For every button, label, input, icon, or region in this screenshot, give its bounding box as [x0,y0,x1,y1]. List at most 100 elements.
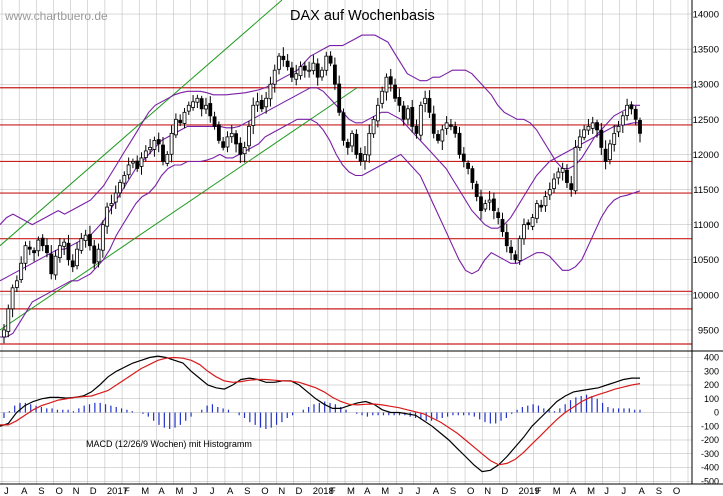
candle-body [195,97,200,103]
candle-body [311,62,316,72]
candle-body [2,329,6,338]
candle-body [393,84,397,99]
candle-body [225,136,230,148]
macd-tick-label: -500 [701,476,719,486]
time-tick-label: F [330,486,336,496]
candle-body [444,122,449,129]
candle-body [577,136,582,149]
candle-body [302,65,307,71]
candle-body [625,104,630,116]
time-tick-label: J [193,486,198,496]
candle-body [221,141,226,148]
time-tick-label: S [450,486,456,496]
candle-body [161,144,165,162]
candle-body [268,83,273,100]
candle-body [88,234,92,247]
candle-body [406,108,410,120]
candle-body [496,212,501,219]
candle-body [401,105,406,120]
candle-body [27,246,32,250]
candle-body [70,260,75,268]
candle-body [75,248,79,267]
candle-body [277,55,281,70]
candle-body [139,157,144,167]
candle-body [384,76,389,93]
candle-body [83,234,88,241]
time-tick-label: M [347,486,355,496]
candle-body [547,189,552,196]
candle-body [109,203,114,206]
candle-body [32,250,36,254]
time-tick-label: D [296,486,303,496]
candle-body [363,154,367,162]
macd-tick-label: -200 [701,435,719,445]
time-tick-label: M [587,486,595,496]
candle-body [165,154,170,164]
candle-body [40,237,45,247]
time-tick-label: M [141,486,149,496]
candle-body [603,148,608,162]
candle-body [204,104,208,110]
candle-body [92,245,97,264]
candle-body [569,183,574,190]
candle-body [62,241,67,247]
candle-body [307,69,312,72]
candle-body [633,108,638,120]
time-tick-label: D [90,486,97,496]
time-tick-label: F [536,486,542,496]
candle-body [543,196,548,207]
candle-body [259,100,264,110]
candle-body [590,122,595,129]
candle-body [238,142,243,155]
time-tick-label: M [176,486,184,496]
macd-tick-label: 100 [704,394,719,404]
candle-body [208,103,213,117]
candle-body [483,203,488,210]
candle-body [616,125,621,133]
candle-body [367,132,372,156]
time-tick-label: J [604,486,609,496]
candle-body [423,97,428,104]
candle-body [530,217,535,227]
candle-body [113,192,118,203]
price-tick-label: 12000 [693,150,719,161]
candle-body [608,143,612,161]
candle-body [66,242,71,261]
time-tick-label: A [364,486,371,496]
candle-body [582,129,587,138]
time-tick-label: O [55,486,62,496]
candle-body [122,175,127,184]
candle-body [126,164,131,176]
time-tick-label: J [621,486,626,496]
time-tick-label: N [278,486,285,496]
candle-body [79,238,84,251]
candle-body [100,224,105,251]
time-tick-label: O [261,486,268,496]
candle-body [53,255,58,276]
candle-body [479,196,483,211]
candle-body [178,119,183,124]
dax-weekly-chart: 9500 10000 10500 11000 11500 12000 12500 13000 1… [0,0,723,496]
time-tick-label: O [673,486,680,496]
candle-body [229,132,234,138]
time-tick-label: S [244,486,250,496]
candle-body [212,116,217,127]
price-tick-label: 13000 [693,80,719,91]
time-tick-label: J [4,486,9,496]
candle-body [487,199,492,203]
price-tick-label: 10000 [693,290,719,301]
candle-body [118,182,122,194]
candle-body [418,104,423,136]
candle-body [375,104,380,122]
candle-body [345,141,350,148]
candle-body [234,133,238,145]
candle-body [436,134,440,141]
candle-body [397,96,402,106]
candle-body [534,203,539,219]
price-tick-label: 11000 [693,220,719,231]
candle-body [251,104,256,126]
candle-body [285,60,290,68]
candle-body [431,113,436,134]
candle-body [315,63,320,78]
time-tick-label: A [158,486,165,496]
